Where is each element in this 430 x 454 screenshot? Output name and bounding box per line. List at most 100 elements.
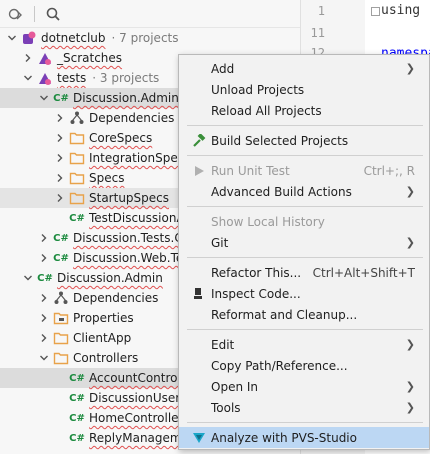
submenu-arrow-icon: ❯ xyxy=(405,62,415,75)
folder-icon xyxy=(68,148,86,168)
chevron-right-icon[interactable] xyxy=(20,48,36,68)
menu-item-label: Tools xyxy=(211,400,241,415)
run-icon xyxy=(191,163,207,179)
search-icon[interactable] xyxy=(41,2,65,26)
submenu-arrow-icon: ❯ xyxy=(405,338,415,351)
tree-label: tests xyxy=(57,71,87,85)
chevron-down-icon[interactable] xyxy=(20,268,36,288)
tree-label: Specs xyxy=(89,171,125,185)
fold-icon[interactable] xyxy=(371,7,380,16)
csharp-file-icon: C# xyxy=(69,372,85,384)
csharp-file-icon: C# xyxy=(69,412,85,424)
chevron-down-icon[interactable] xyxy=(4,28,20,48)
menu-item-label: Inspect Code... xyxy=(211,286,301,301)
menu-item-show-local-history[interactable]: Show Local History xyxy=(179,211,429,232)
tree-meta: · 7 projects xyxy=(111,31,179,45)
menu-separator xyxy=(187,155,423,156)
csharp-project-icon: C# xyxy=(53,92,69,104)
chevron-down-icon[interactable] xyxy=(36,88,52,108)
menu-item-label: Add xyxy=(211,61,235,76)
chevron-right-icon[interactable] xyxy=(52,128,68,148)
submenu-arrow-icon: ❯ xyxy=(405,401,415,414)
tree-label: HomeController xyxy=(89,411,184,425)
tree-meta: · 3 projects xyxy=(92,71,160,85)
dependencies-icon xyxy=(52,288,70,308)
tree-label: StartupSpecs xyxy=(89,191,170,205)
menu-item-edit[interactable]: Edit ❯ xyxy=(179,334,429,355)
menu-item-inspect-code[interactable]: Inspect Code... xyxy=(179,283,429,304)
menu-item-run-unit-test[interactable]: Run Unit Test Ctrl+;, R xyxy=(179,160,429,181)
inspect-icon xyxy=(191,286,207,302)
tree-label: Discussion.Admin.T xyxy=(73,91,191,105)
tree-row-solution[interactable]: dotnetclub · 7 projects xyxy=(0,28,300,48)
menu-item-unload-projects[interactable]: Unload Projects xyxy=(179,79,429,100)
chevron-right-icon[interactable] xyxy=(52,108,68,128)
csharp-project-icon: C# xyxy=(37,272,53,284)
csharp-file-icon: C# xyxy=(69,432,85,444)
tree-label: TestDiscussionA xyxy=(89,211,185,225)
menu-item-analyze-with-pvs-studio[interactable]: Analyze with PVS-Studio xyxy=(179,427,429,448)
dependencies-icon xyxy=(68,108,86,128)
code-line: using xyxy=(381,3,421,18)
menu-item-label: Refactor This... xyxy=(211,265,302,280)
menu-item-label: Analyze with PVS-Studio xyxy=(211,430,357,445)
menu-item-refactor-this[interactable]: Refactor This... Ctrl+Alt+Shift+T xyxy=(179,262,429,283)
scratches-icon xyxy=(36,48,54,68)
folder-icon xyxy=(68,168,86,188)
folder-icon xyxy=(52,348,70,368)
tree-label: Discussion.Web.Tes xyxy=(73,251,190,265)
hammer-icon xyxy=(191,133,207,149)
menu-item-label: Open In xyxy=(211,379,259,394)
chevron-down-icon[interactable] xyxy=(36,348,52,368)
chevron-right-icon[interactable] xyxy=(36,228,52,248)
menu-item-label: Reload All Projects xyxy=(211,103,322,118)
pvs-studio-icon xyxy=(191,430,207,446)
csharp-file-icon: C# xyxy=(69,212,85,224)
tree-label: Discussion.Admin xyxy=(57,271,163,285)
menu-item-advanced-build-actions[interactable]: Advanced Build Actions ❯ xyxy=(179,181,429,202)
menu-item-build-selected-projects[interactable]: Build Selected Projects xyxy=(179,130,429,151)
menu-separator xyxy=(187,125,423,126)
menu-separator xyxy=(187,206,423,207)
tree-label: _Scratches xyxy=(57,51,123,65)
tree-label: DiscussionUserM xyxy=(89,391,191,405)
line-number: 11 xyxy=(310,26,325,40)
menu-item-shortcut: Ctrl+Alt+Shift+T xyxy=(312,265,415,280)
properties-icon xyxy=(52,308,70,328)
menu-separator xyxy=(187,257,423,258)
menu-item-reload-all-projects[interactable]: Reload All Projects xyxy=(179,100,429,121)
toolbar-divider xyxy=(34,5,35,22)
explorer-toolbar xyxy=(0,0,300,28)
collapse-icon[interactable] xyxy=(4,2,28,26)
menu-item-open-in[interactable]: Open In ❯ xyxy=(179,376,429,397)
menu-item-label: Reformat and Cleanup... xyxy=(211,307,358,322)
solution-icon xyxy=(20,28,38,48)
menu-item-tools[interactable]: Tools ❯ xyxy=(179,397,429,418)
menu-item-label: Run Unit Test xyxy=(211,163,290,178)
chevron-right-icon[interactable] xyxy=(36,328,52,348)
tree-label: ReplyManagem xyxy=(89,431,182,445)
menu-item-label: Build Selected Projects xyxy=(211,133,349,148)
menu-separator xyxy=(187,329,423,330)
csharp-project-icon: C# xyxy=(53,232,69,244)
menu-item-copy-path-reference[interactable]: Copy Path/Reference... xyxy=(179,355,429,376)
chevron-down-icon[interactable] xyxy=(20,68,36,88)
menu-item-git[interactable]: Git ❯ xyxy=(179,232,429,253)
submenu-arrow-icon: ❯ xyxy=(405,185,415,198)
chevron-right-icon[interactable] xyxy=(52,168,68,188)
tree-label: CoreSpecs xyxy=(89,131,153,145)
chevron-right-icon[interactable] xyxy=(36,308,52,328)
menu-item-label: Git xyxy=(211,235,229,250)
solution-folder-icon xyxy=(36,68,54,88)
folder-icon xyxy=(68,128,86,148)
menu-separator xyxy=(187,422,423,423)
menu-item-reformat-and-cleanup[interactable]: Reformat and Cleanup... xyxy=(179,304,429,325)
chevron-right-icon[interactable] xyxy=(52,148,68,168)
chevron-right-icon[interactable] xyxy=(36,288,52,308)
csharp-file-icon: C# xyxy=(69,392,85,404)
chevron-right-icon[interactable] xyxy=(52,188,68,208)
chevron-right-icon[interactable] xyxy=(36,248,52,268)
menu-item-label: Unload Projects xyxy=(211,82,305,97)
menu-item-add[interactable]: Add ❯ xyxy=(179,58,429,79)
csharp-project-icon: C# xyxy=(53,252,69,264)
